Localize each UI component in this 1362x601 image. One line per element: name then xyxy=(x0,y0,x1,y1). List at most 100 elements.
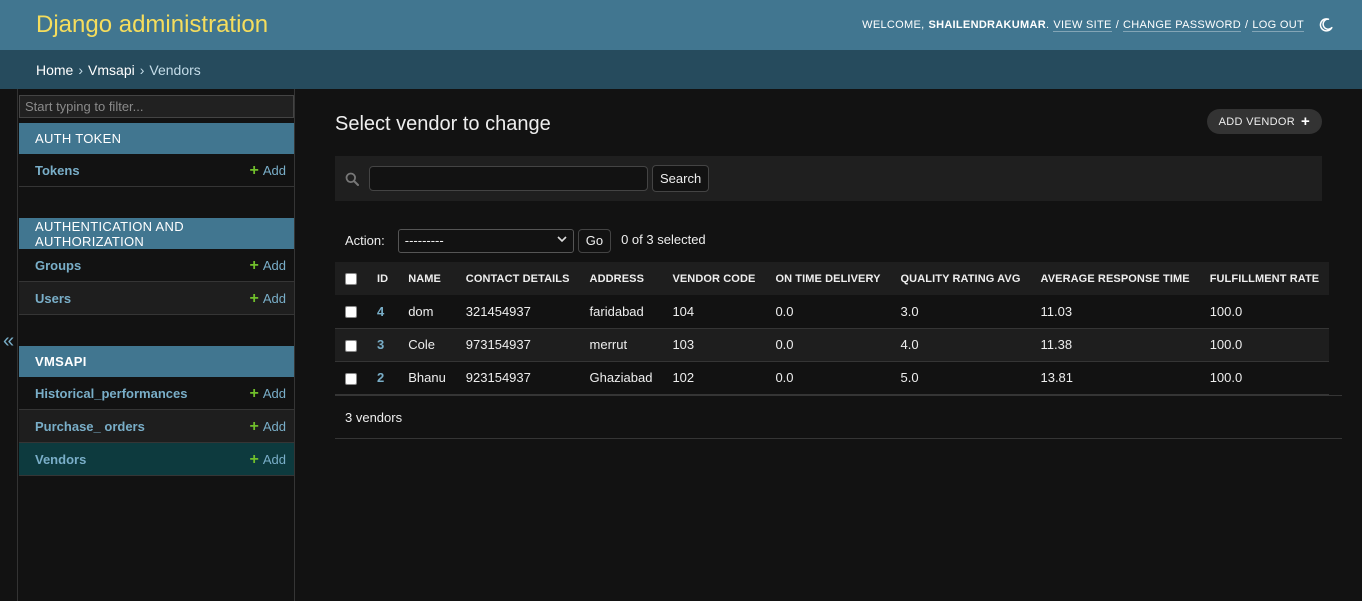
module-caption[interactable]: AUTH TOKEN xyxy=(19,123,294,154)
nav-filter-input[interactable] xyxy=(19,95,294,118)
address-cell: Ghaziabad xyxy=(579,361,663,395)
table-row: 3 Cole 973154937 merrut 103 0.0 4.0 11.3… xyxy=(335,328,1330,362)
sidebar-item-tokens: Tokens + Add xyxy=(19,154,294,187)
row-checkbox[interactable] xyxy=(345,372,357,385)
vendor-id-link[interactable]: 4 xyxy=(377,304,384,319)
plus-icon: + xyxy=(249,161,259,179)
change-password-link[interactable]: CHANGE PASSWORD xyxy=(1123,19,1242,32)
welcome-period: . xyxy=(1046,19,1050,31)
sidebar-item-purchase-orders: Purchase_ orders + Add xyxy=(19,410,294,443)
on-time-delivery-cell: 0.0 xyxy=(765,328,891,362)
add-historical-performances-link[interactable]: + Add xyxy=(249,384,286,402)
id-cell: 4 xyxy=(367,295,399,329)
module-auth-token: AUTH TOKEN Tokens + Add xyxy=(19,123,294,187)
response-time-cell: 11.38 xyxy=(1030,328,1200,362)
breadcrumb-app[interactable]: Vmsapi xyxy=(88,62,135,78)
quality-rating-cell: 3.0 xyxy=(890,295,1031,329)
moon-icon[interactable] xyxy=(1318,17,1334,33)
separator: / xyxy=(1245,19,1249,31)
add-vendors-link[interactable]: + Add xyxy=(250,451,286,467)
add-label: Add xyxy=(262,451,286,467)
plus-icon: + xyxy=(249,384,259,402)
column-header-on-time-delivery[interactable]: ON TIME DELIVERY xyxy=(765,262,891,295)
response-time-cell: 13.81 xyxy=(1030,361,1200,395)
row-select-cell xyxy=(335,361,367,395)
fulfillment-rate-cell: 100.0 xyxy=(1199,328,1330,362)
id-cell: 3 xyxy=(367,328,399,362)
row-select-cell xyxy=(335,328,367,362)
result-table: ID NAME CONTACT DETAILS ADDRESS VENDOR C… xyxy=(335,262,1330,395)
sidebar-item-historical-performances: Historical_performances + Add xyxy=(19,377,294,410)
breadcrumb-separator: › xyxy=(139,61,145,78)
search-input[interactable] xyxy=(369,166,648,191)
vendor-id-link[interactable]: 3 xyxy=(377,337,384,352)
on-time-delivery-cell: 0.0 xyxy=(765,361,891,395)
column-header-name[interactable]: NAME xyxy=(398,262,456,295)
breadcrumb-separator: › xyxy=(78,61,84,78)
action-selected-value: --------- xyxy=(404,233,444,248)
add-users-link[interactable]: + Add xyxy=(249,289,286,307)
on-time-delivery-cell: 0.0 xyxy=(765,295,891,329)
module-caption[interactable]: AUTHENTICATION AND AUTHORIZATION xyxy=(19,218,294,249)
column-header-address[interactable]: ADDRESS xyxy=(579,262,663,295)
plus-icon: + xyxy=(249,256,259,274)
breadcrumb-home[interactable]: Home xyxy=(36,62,73,78)
sidebar-item-label[interactable]: Vendors xyxy=(35,452,86,467)
sidebar-item-label[interactable]: Users xyxy=(35,291,71,306)
vendor-code-cell: 102 xyxy=(662,361,766,395)
add-label: Add xyxy=(262,418,286,434)
action-select[interactable]: --------- xyxy=(397,228,574,253)
main-content: Select vendor to change ADD VENDOR + Sea… xyxy=(335,89,1342,601)
row-checkbox[interactable] xyxy=(345,339,357,352)
row-checkbox[interactable] xyxy=(345,306,357,319)
page-title: Select vendor to change xyxy=(335,113,551,135)
toggle-sidebar-button[interactable]: « xyxy=(0,89,18,601)
address-cell: faridabad xyxy=(579,295,663,329)
fulfillment-rate-cell: 100.0 xyxy=(1199,295,1330,329)
quality-rating-cell: 5.0 xyxy=(890,361,1031,395)
column-header-quality-rating-avg[interactable]: QUALITY RATING AVG xyxy=(890,262,1031,295)
chevron-down-icon xyxy=(557,235,567,246)
action-label: Action: xyxy=(345,233,385,248)
breadcrumb-current: Vendors xyxy=(149,61,201,78)
column-header-contact-details[interactable]: CONTACT DETAILS xyxy=(455,262,580,295)
add-purchase-orders-link[interactable]: + Add xyxy=(249,417,286,435)
search-toolbar: Search xyxy=(335,156,1322,201)
column-header-id[interactable]: ID xyxy=(367,262,399,295)
add-tokens-link[interactable]: + Add xyxy=(249,161,286,179)
go-button[interactable]: Go xyxy=(577,228,612,253)
add-vendor-label: ADD VENDOR xyxy=(1218,115,1295,128)
name-cell: dom xyxy=(398,295,456,329)
actions-bar: Action: --------- Go 0 of 3 selected xyxy=(335,228,1322,253)
module-caption[interactable]: VMSAPI xyxy=(19,346,294,377)
select-all-header xyxy=(335,262,367,295)
vendor-id-link[interactable]: 2 xyxy=(377,370,384,385)
search-button[interactable]: Search xyxy=(652,165,710,192)
module-vmsapi: VMSAPI Historical_performances + Add Purc… xyxy=(19,346,294,476)
view-site-link[interactable]: VIEW SITE xyxy=(1053,19,1112,32)
nav-sidebar: AUTH TOKEN Tokens +Add AUTHENTICATION AN… xyxy=(18,89,295,601)
add-vendor-button[interactable]: ADD VENDOR + xyxy=(1206,109,1322,134)
quality-rating-cell: 4.0 xyxy=(890,328,1031,362)
sidebar-item-label[interactable]: Tokens xyxy=(35,163,80,178)
log-out-link[interactable]: LOG OUT xyxy=(1252,19,1304,32)
table-header-row: ID NAME CONTACT DETAILS ADDRESS VENDOR C… xyxy=(335,262,1330,295)
plus-icon: + xyxy=(249,417,259,435)
vendor-code-cell: 104 xyxy=(662,295,766,329)
column-header-vendor-code[interactable]: VENDOR CODE xyxy=(662,262,766,295)
table-row: 4 dom 321454937 faridabad 104 0.0 3.0 11… xyxy=(335,295,1330,329)
site-branding[interactable]: Django administration xyxy=(36,0,268,50)
column-header-fulfillment-rate[interactable]: FULFILLMENT RATE xyxy=(1199,262,1330,295)
plus-icon: + xyxy=(1300,113,1310,130)
welcome-text: WELCOME, xyxy=(862,19,925,31)
column-header-average-response-time[interactable]: AVERAGE RESPONSE TIME xyxy=(1030,262,1200,295)
sidebar-item-label[interactable]: Purchase_ orders xyxy=(35,419,145,434)
select-all-checkbox[interactable] xyxy=(345,272,357,285)
name-cell: Cole xyxy=(398,328,456,362)
id-cell: 2 xyxy=(367,361,399,395)
sidebar-item-label[interactable]: Groups xyxy=(35,258,81,273)
sidebar-item-label[interactable]: Historical_performances xyxy=(35,386,187,401)
selection-counter: 0 of 3 selected xyxy=(621,231,706,247)
add-groups-link[interactable]: + Add xyxy=(249,256,286,274)
plus-icon: + xyxy=(249,289,259,307)
